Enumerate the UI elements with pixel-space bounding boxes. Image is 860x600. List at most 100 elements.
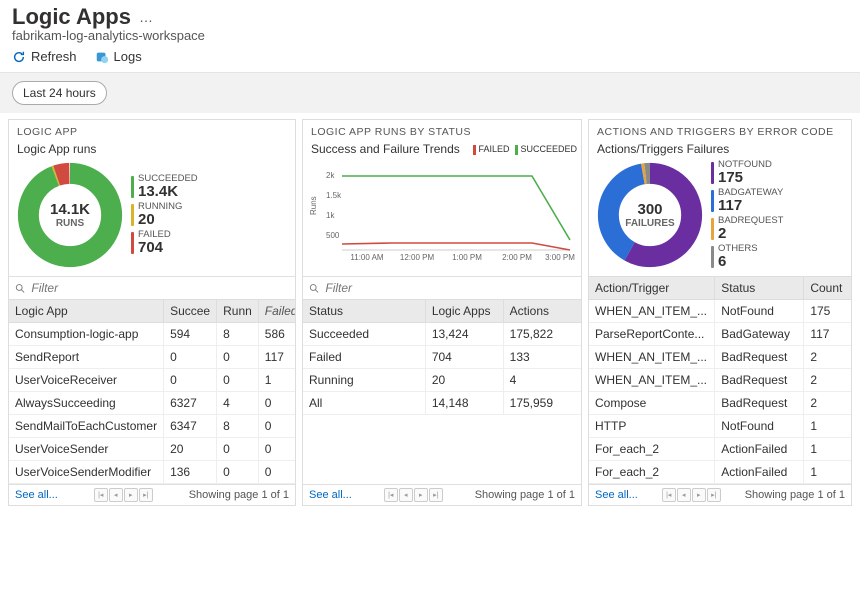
pager-first[interactable]: |◂ [94, 488, 108, 502]
pager-prev[interactable]: ◂ [677, 488, 691, 502]
failures-donut-chart: 300 FAILURES [595, 160, 705, 270]
svg-text:1k: 1k [326, 211, 335, 220]
legend-item: BADGATEWAY117 [711, 188, 783, 214]
table-row[interactable]: Failed704133 [303, 346, 581, 369]
pager-last[interactable]: ▸| [429, 488, 443, 502]
see-all-link[interactable]: See all... [595, 489, 638, 501]
table-row[interactable]: UserVoiceSenderModifier13600 [9, 461, 295, 484]
donut-label: RUNS [56, 218, 84, 229]
table-row[interactable]: UserVoiceReceiver001 [9, 369, 295, 392]
table-row[interactable]: For_each_2ActionFailed1 [589, 461, 851, 484]
svg-text:2:00 PM: 2:00 PM [502, 253, 532, 262]
trends-line-chart: Runs 2k 1.5k 1k 500 11:00 AM 12:00 PM 1:… [309, 160, 575, 270]
logs-icon [95, 50, 109, 64]
see-all-link[interactable]: See all... [309, 489, 352, 501]
table-row[interactable]: WHEN_AN_ITEM_...NotFound175 [589, 300, 851, 323]
filter-input[interactable] [323, 280, 575, 296]
table-row[interactable]: WHEN_AN_ITEM_...BadRequest2 [589, 346, 851, 369]
logic-app-table: Logic App Succee Runn Failed Consumption… [9, 299, 295, 484]
pager-next[interactable]: ▸ [414, 488, 428, 502]
table-row[interactable]: UserVoiceSender2000 [9, 438, 295, 461]
svg-text:1.5k: 1.5k [326, 191, 342, 200]
panel-error-codes: ACTIONS AND TRIGGERS BY ERROR CODE Actio… [588, 119, 852, 506]
table-row[interactable]: All14,148175,959 [303, 392, 581, 415]
page-header: Logic Apps … fabrikam-log-analytics-work… [0, 0, 860, 43]
pager-status: Showing page 1 of 1 [745, 489, 845, 501]
table-row[interactable]: SendMailToEachCustomer634780 [9, 415, 295, 438]
col-failed[interactable]: Failed [258, 300, 295, 323]
pager-prev[interactable]: ◂ [399, 488, 413, 502]
panel-footer: See all... |◂ ◂ ▸ ▸| Showing page 1 of 1 [303, 484, 581, 505]
col-logic-apps[interactable]: Logic Apps [425, 300, 503, 323]
donut-value: 14.1K [50, 201, 90, 218]
filter-input[interactable] [29, 280, 289, 296]
pager-next[interactable]: ▸ [124, 488, 138, 502]
panel-logic-app: LOGIC APP Logic App runs 14.1K RUNS SUCC… [8, 119, 296, 506]
panel-title: ACTIONS AND TRIGGERS BY ERROR CODE [589, 120, 851, 140]
toolbar: Refresh Logs [0, 43, 860, 73]
svg-text:1:00 PM: 1:00 PM [452, 253, 482, 262]
legend-item: OTHERS6 [711, 244, 783, 270]
runs-legend: SUCCEEDED13.4KRUNNING20FAILED704 [131, 174, 198, 256]
table-row[interactable]: HTTPNotFound1 [589, 415, 851, 438]
donut-value: 300 [637, 201, 662, 218]
search-icon [15, 283, 25, 294]
table-row[interactable]: WHEN_AN_ITEM_...BadRequest2 [589, 369, 851, 392]
pager: |◂ ◂ ▸ ▸| [662, 488, 721, 502]
col-actions[interactable]: Actions [503, 300, 581, 323]
pager-last[interactable]: ▸| [139, 488, 153, 502]
page-title: Logic Apps [12, 4, 131, 30]
col-status[interactable]: Status [303, 300, 425, 323]
panel-subtitle: Logic App runs [9, 140, 295, 160]
table-row[interactable]: Consumption-logic-app5948586 [9, 323, 295, 346]
col-running[interactable]: Runn [217, 300, 259, 323]
panel-footer: See all... |◂ ◂ ▸ ▸| Showing page 1 of 1 [589, 484, 851, 505]
pager-first[interactable]: |◂ [384, 488, 398, 502]
table-row[interactable]: SendReport00117 [9, 346, 295, 369]
pager-last[interactable]: ▸| [707, 488, 721, 502]
panel-title: LOGIC APP [9, 120, 295, 140]
panel-footer: See all... |◂ ◂ ▸ ▸| Showing page 1 of 1 [9, 484, 295, 505]
search-icon [309, 283, 319, 294]
pager-next[interactable]: ▸ [692, 488, 706, 502]
svg-text:Runs: Runs [309, 196, 318, 215]
col-action-trigger[interactable]: Action/Trigger [589, 277, 715, 300]
time-range-pill[interactable]: Last 24 hours [12, 81, 107, 105]
col-status[interactable]: Status [715, 277, 804, 300]
pager: |◂ ◂ ▸ ▸| [384, 488, 443, 502]
table-row[interactable]: AlwaysSucceeding632740 [9, 392, 295, 415]
col-logic-app[interactable]: Logic App [9, 300, 164, 323]
table-row[interactable]: ParseReportConte...BadGateway117 [589, 323, 851, 346]
panel-runs-by-status: LOGIC APP RUNS BY STATUS Success and Fai… [302, 119, 582, 506]
refresh-icon [12, 50, 26, 64]
refresh-label: Refresh [31, 49, 77, 64]
col-count[interactable]: Count [804, 277, 851, 300]
table-row[interactable]: Running204 [303, 369, 581, 392]
more-button[interactable]: … [139, 9, 154, 25]
panel-title: LOGIC APP RUNS BY STATUS [303, 120, 581, 140]
legend-item: NOTFOUND175 [711, 160, 783, 186]
donut-label: FAILURES [625, 218, 674, 229]
pager-status: Showing page 1 of 1 [475, 489, 575, 501]
legend-item: RUNNING20 [131, 202, 198, 228]
table-row[interactable]: For_each_2ActionFailed1 [589, 438, 851, 461]
pager-status: Showing page 1 of 1 [189, 489, 289, 501]
panel-subtitle: Actions/Triggers Failures [589, 140, 851, 160]
logs-button[interactable]: Logs [95, 49, 142, 64]
filter-row [9, 276, 295, 299]
legend-item: BADREQUEST2 [711, 216, 783, 242]
table-row[interactable]: Succeeded13,424175,822 [303, 323, 581, 346]
error-table: Action/Trigger Status Count WHEN_AN_ITEM… [589, 276, 851, 484]
line-legend: FAILED SUCCEEDED [473, 144, 577, 155]
table-row[interactable]: ComposeBadRequest2 [589, 392, 851, 415]
refresh-button[interactable]: Refresh [12, 49, 77, 64]
svg-text:11:00 AM: 11:00 AM [350, 253, 384, 262]
pager-first[interactable]: |◂ [662, 488, 676, 502]
svg-text:3:00 PM: 3:00 PM [545, 253, 575, 262]
legend-item: FAILED704 [131, 230, 198, 256]
col-succeeded[interactable]: Succee [164, 300, 217, 323]
pager: |◂ ◂ ▸ ▸| [94, 488, 153, 502]
pager-prev[interactable]: ◂ [109, 488, 123, 502]
see-all-link[interactable]: See all... [15, 489, 58, 501]
time-range-bar: Last 24 hours [0, 73, 860, 113]
